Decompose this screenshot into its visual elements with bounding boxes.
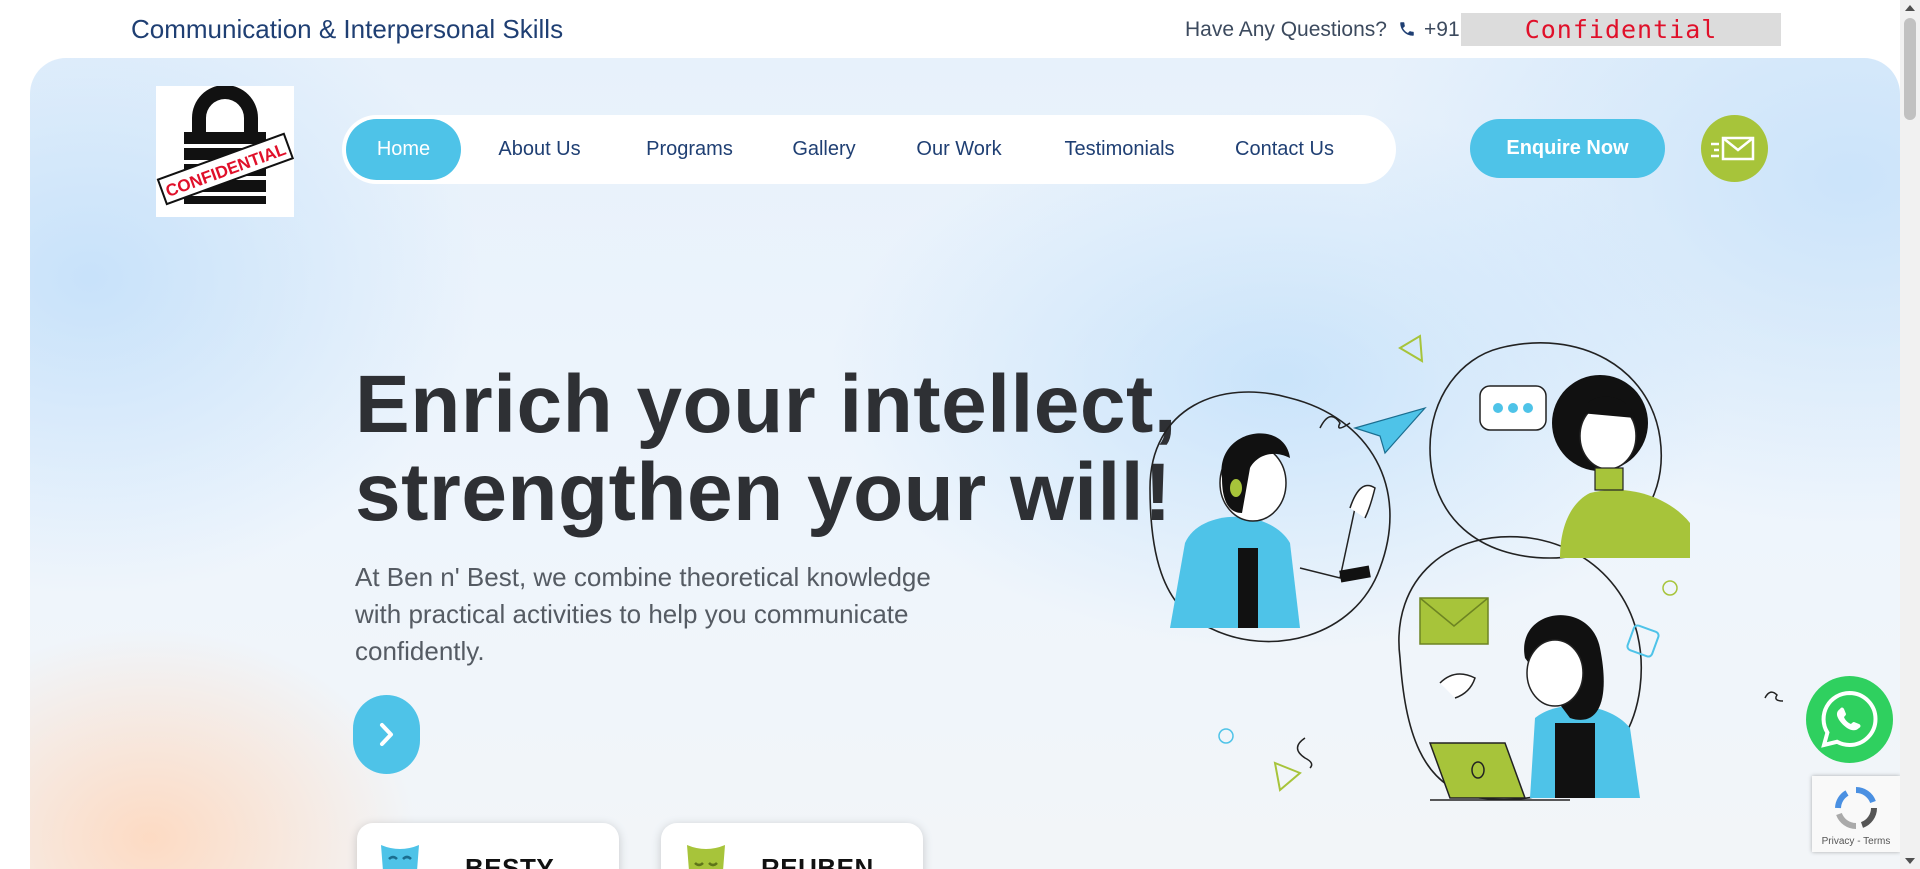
- phone-icon: [1400, 22, 1414, 36]
- woman-top-right-figure: [1552, 375, 1690, 558]
- blue-mask-icon: [381, 845, 419, 869]
- paper-plane-icon: [1352, 406, 1427, 455]
- chat-bubble-icon: [1479, 385, 1547, 431]
- nav-contact-us[interactable]: Contact Us: [1212, 119, 1357, 180]
- recaptcha-icon: [1835, 786, 1878, 830]
- page-scrollbar[interactable]: [1900, 0, 1920, 869]
- recaptcha-links[interactable]: Privacy - Terms: [1812, 836, 1900, 847]
- nav-our-work[interactable]: Our Work: [898, 119, 1020, 180]
- character-card[interactable]: BESTY: [357, 823, 619, 869]
- headline-line-2: strengthen your will!: [355, 447, 1172, 538]
- main-nav: Home About Us Programs Gallery Our Work …: [342, 115, 1396, 184]
- card-name: REUBEN: [761, 853, 874, 869]
- scroll-up-arrow[interactable]: [1905, 5, 1915, 11]
- nav-gallery[interactable]: Gallery: [774, 119, 874, 180]
- nav-testimonials[interactable]: Testimonials: [1047, 119, 1192, 180]
- top-bar: Communication & Interpersonal Skills Hav…: [0, 0, 1920, 58]
- hero-illustration: [1149, 334, 1784, 801]
- nav-home[interactable]: Home: [346, 119, 461, 180]
- nav-about-us[interactable]: About Us: [482, 119, 597, 180]
- hero-headline: Enrich your intellect, strengthen your w…: [355, 361, 1177, 537]
- green-mask-icon: [687, 845, 725, 869]
- card-name: BESTY: [465, 853, 555, 869]
- character-card[interactable]: REUBEN: [661, 823, 923, 869]
- whatsapp-button[interactable]: [1806, 676, 1893, 763]
- phone-prefix[interactable]: +91: [1424, 18, 1460, 42]
- site-logo[interactable]: CONFIDENTIAL: [156, 85, 295, 217]
- woman-left-figure: [1170, 433, 1376, 628]
- recaptcha-badge[interactable]: Privacy - Terms: [1812, 776, 1900, 852]
- envelope-icon: [1711, 136, 1755, 161]
- headline-line-1: Enrich your intellect,: [355, 359, 1178, 450]
- enquire-now-button[interactable]: Enquire Now: [1470, 119, 1665, 178]
- whatsapp-icon: [1821, 690, 1878, 748]
- hero-cta-button[interactable]: [353, 695, 420, 774]
- redacted-phone: Confidential: [1461, 13, 1781, 46]
- padlock-icon: CONFIDENTIAL: [156, 85, 295, 206]
- hero-section: CONFIDENTIAL Home About Us Programs Gall…: [30, 58, 1900, 869]
- nav-programs[interactable]: Programs: [632, 119, 747, 180]
- scroll-thumb[interactable]: [1904, 18, 1916, 120]
- chevron-right-icon: [380, 723, 393, 746]
- hero-subtext: At Ben n' Best, we combine theoretical k…: [355, 562, 931, 666]
- scroll-down-arrow[interactable]: [1905, 858, 1915, 864]
- site-name: Communication & Interpersonal Skills: [131, 14, 564, 44]
- mail-button[interactable]: [1701, 115, 1768, 182]
- envelope-graphic: [1419, 597, 1489, 645]
- questions-label: Have Any Questions?: [1185, 18, 1387, 41]
